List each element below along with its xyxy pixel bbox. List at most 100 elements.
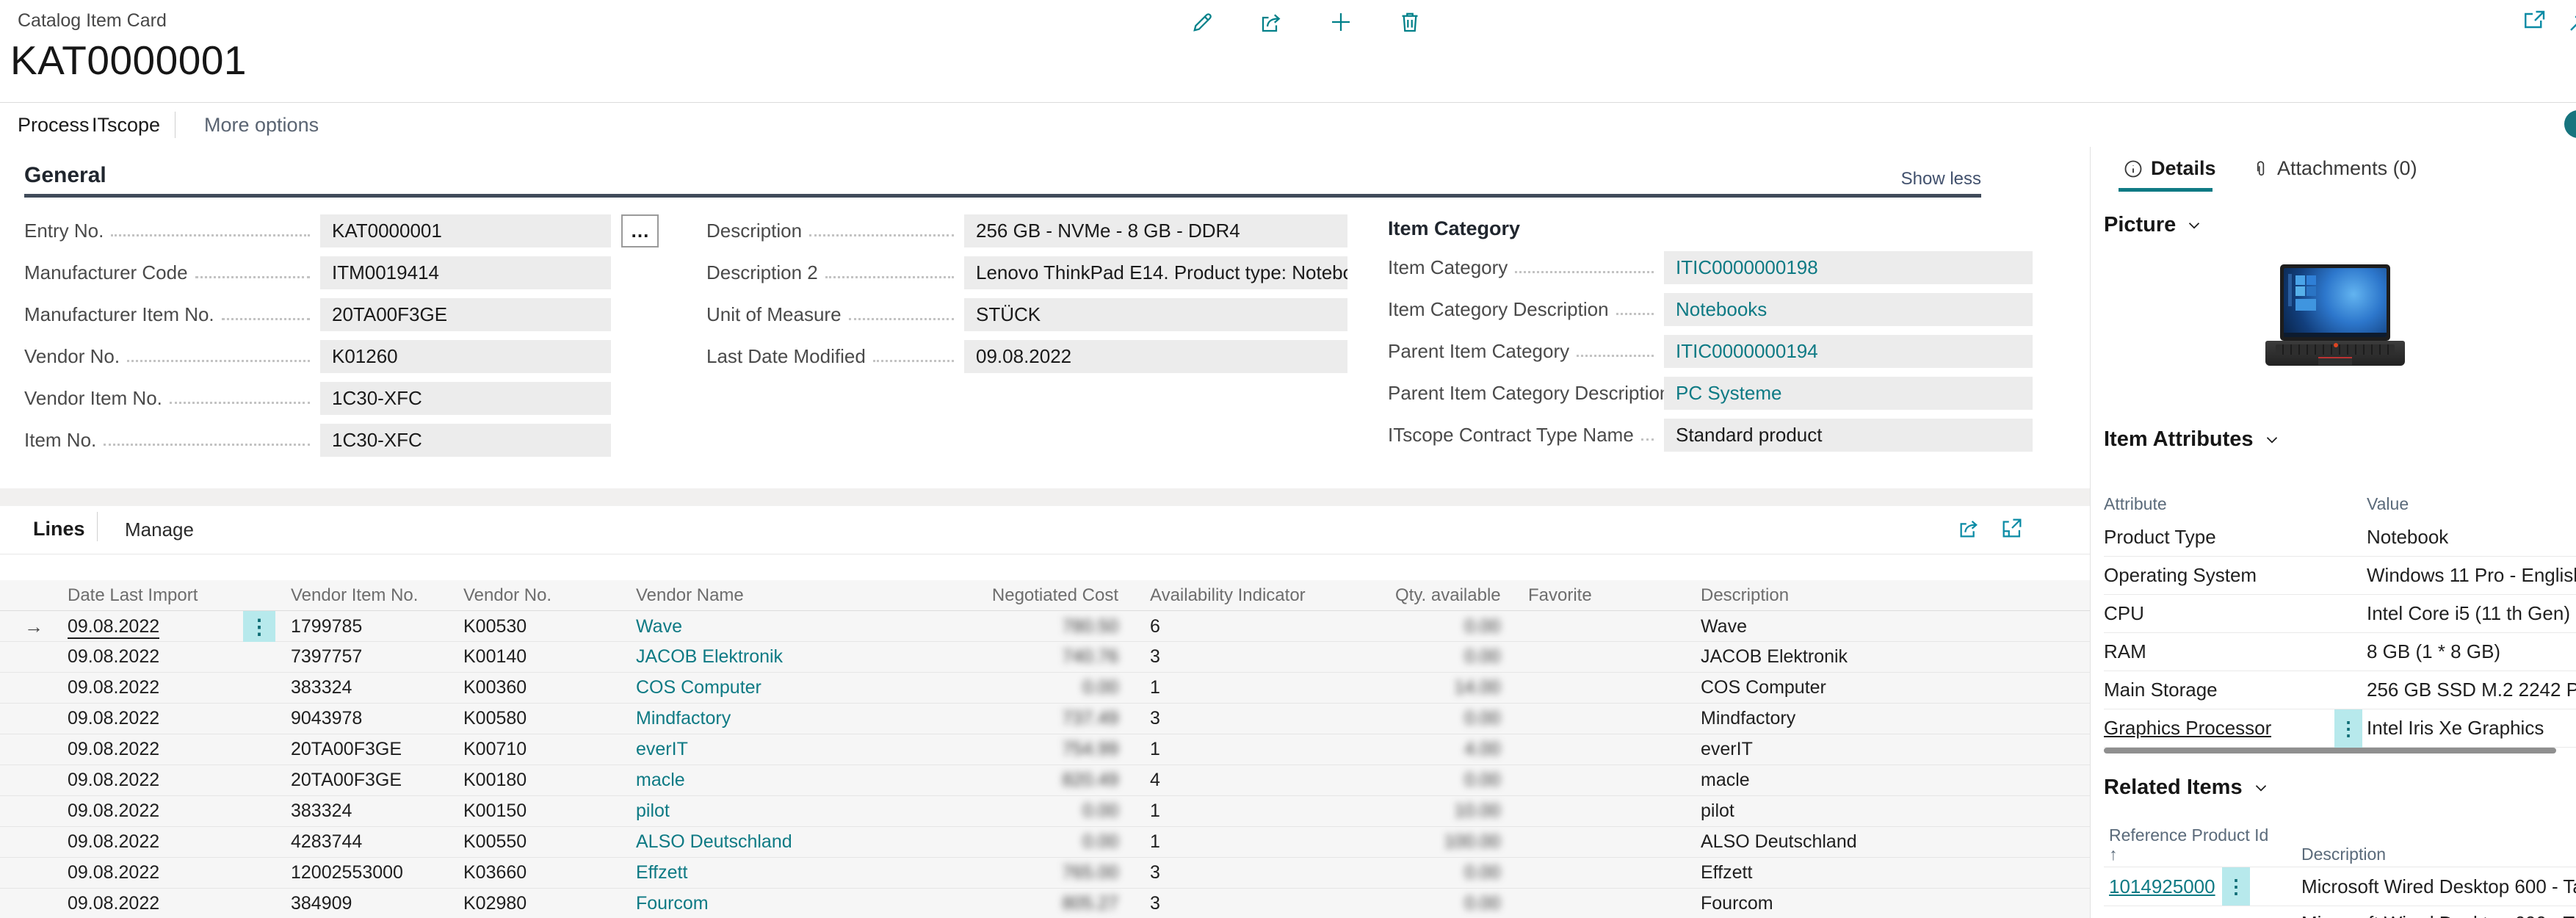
col-header-negotiated-cost[interactable]: Negotiated Cost	[991, 585, 1118, 606]
cell-date[interactable]: 09.08.2022	[68, 646, 240, 668]
attribute-row[interactable]: Operating System Windows 11 Pro - Englis…	[2104, 557, 2576, 595]
cell-availability[interactable]: 1	[1118, 739, 1395, 760]
cell-negotiated-cost-redacted[interactable]: 0.00	[1082, 831, 1118, 852]
cell-negotiated-cost-redacted[interactable]: 754.99	[1063, 739, 1118, 759]
item-no-input[interactable]: 1C30-XFC	[320, 424, 611, 457]
table-row[interactable]: 09.08.2022 12002553000 K03660 Effzett 76…	[0, 858, 2090, 889]
table-row[interactable]: 09.08.2022 20TA00F3GE K00180 macle 820.4…	[0, 765, 2090, 796]
cell-negotiated-cost-redacted[interactable]: 820.49	[1063, 770, 1118, 790]
table-row[interactable]: 09.08.2022 9043978 K00580 Mindfactory 73…	[0, 704, 2090, 734]
general-heading[interactable]: General	[24, 163, 106, 188]
cell-vendor-no[interactable]: K03660	[463, 862, 636, 883]
share-button[interactable]	[1257, 7, 1287, 37]
new-button[interactable]	[1326, 7, 1356, 37]
show-less-link[interactable]: Show less	[1836, 169, 1981, 189]
cell-vendor-name-link[interactable]: ALSO Deutschland	[636, 831, 991, 853]
cell-description[interactable]: Mindfactory	[1673, 708, 2090, 729]
related-item-row-partial[interactable]: Microsoft Wired Desktop 600 - Tastat...	[2104, 906, 2576, 918]
cell-vendor-no[interactable]: K00710	[463, 739, 636, 760]
cell-availability[interactable]: 3	[1118, 708, 1395, 729]
reference-product-id-link[interactable]: 1014925000	[2109, 875, 2215, 898]
attribute-row[interactable]: CPU Intel Core i5 (11 th Gen) 1135G7	[2104, 595, 2576, 633]
related-items-section-header[interactable]: Related Items	[2104, 776, 2271, 800]
itscope-contract-type-input[interactable]: Standard product	[1664, 419, 2033, 452]
col-header-favorite[interactable]: Favorite	[1500, 585, 1673, 606]
cell-vendor-name-link[interactable]: JACOB Elektronik	[636, 646, 991, 668]
row-menu-button[interactable]: ⋮	[2222, 867, 2250, 906]
cell-qty-available-redacted[interactable]: 100.00	[1444, 831, 1500, 852]
cell-vendor-name-link[interactable]: Fourcom	[636, 893, 991, 914]
col-header-vendor-no[interactable]: Vendor No.	[463, 585, 636, 606]
cell-qty-available-redacted[interactable]: 0.00	[1464, 646, 1500, 667]
entry-no-assist-button[interactable]: …	[621, 214, 659, 247]
cell-vendor-no[interactable]: K00550	[463, 831, 636, 853]
cell-date[interactable]: 09.08.2022	[68, 831, 240, 853]
item-attributes-section-header[interactable]: Item Attributes	[2104, 427, 2282, 452]
tab-lines[interactable]: Lines	[33, 518, 85, 541]
attribute-name[interactable]: Graphics Processor	[2104, 717, 2271, 740]
menu-more-options[interactable]: More options	[204, 114, 319, 137]
cell-date[interactable]: 09.08.2022	[68, 770, 240, 791]
cell-description[interactable]: Wave	[1673, 616, 2090, 637]
cell-qty-available-redacted[interactable]: 0.00	[1464, 708, 1500, 729]
cell-vendor-no[interactable]: K00180	[463, 770, 636, 791]
cell-vendor-name-link[interactable]: macle	[636, 770, 991, 791]
cell-date[interactable]: 09.08.2022	[68, 708, 240, 729]
cell-negotiated-cost-redacted[interactable]: 740.76	[1063, 646, 1118, 667]
cell-description[interactable]: COS Computer	[1673, 677, 2090, 698]
cell-description[interactable]: macle	[1673, 770, 2090, 791]
table-row[interactable]: 09.08.2022 384909 K02980 Fourcom 805.27 …	[0, 889, 2090, 918]
table-row[interactable]: 09.08.2022 20TA00F3GE K00710 everIT 754.…	[0, 734, 2090, 765]
cell-date[interactable]: 09.08.2022	[68, 893, 240, 914]
cell-negotiated-cost-redacted[interactable]: 0.00	[1082, 800, 1118, 821]
cell-negotiated-cost-redacted[interactable]: 780.50	[1063, 616, 1118, 637]
col-header-date[interactable]: Date Last Import	[68, 585, 240, 606]
attribute-row[interactable]: Product Type Notebook	[2104, 518, 2576, 557]
cell-availability[interactable]: 1	[1118, 800, 1395, 822]
table-row[interactable]: 09.08.2022 4283744 K00550 ALSO Deutschla…	[0, 827, 2090, 858]
col-header-reference-product-id[interactable]: Reference Product Id	[2109, 825, 2268, 845]
table-row[interactable]: 09.08.2022 383324 K00360 COS Computer 0.…	[0, 673, 2090, 704]
cell-vendor-no[interactable]: K00530	[463, 616, 636, 637]
lines-open-in-window-button[interactable]	[1997, 513, 2027, 543]
cell-negotiated-cost-redacted[interactable]: 765.00	[1063, 862, 1118, 883]
last-date-modified-input[interactable]: 09.08.2022	[964, 340, 1347, 373]
cell-qty-available-redacted[interactable]: 0.00	[1464, 616, 1500, 637]
table-row[interactable]: 09.08.2022 7397757 K00140 JACOB Elektron…	[0, 642, 2090, 673]
item-category-description-link[interactable]: Notebooks	[1664, 293, 2033, 326]
parent-item-category-description-link[interactable]: PC Systeme	[1664, 377, 2033, 410]
cell-date[interactable]: 09.08.2022	[68, 677, 240, 698]
row-menu-button[interactable]: ⋮	[243, 611, 275, 642]
tab-attachments[interactable]: Attachments (0)	[2251, 157, 2417, 180]
cell-vendor-item-no[interactable]: 383324	[291, 800, 463, 822]
cell-vendor-no[interactable]: K00580	[463, 708, 636, 729]
col-header-qty-available[interactable]: Qty. available	[1395, 585, 1500, 606]
cell-availability[interactable]: 6	[1118, 616, 1395, 637]
vendor-item-no-input[interactable]: 1C30-XFC	[320, 382, 611, 415]
cell-date[interactable]: 09.08.2022	[68, 616, 159, 639]
open-in-window-button[interactable]	[2520, 6, 2550, 35]
cell-qty-available-redacted[interactable]: 0.00	[1464, 893, 1500, 914]
cell-description[interactable]: ALSO Deutschland	[1673, 831, 2090, 853]
related-item-row[interactable]: 1014925000 ⋮ Microsoft Wired Desktop 600…	[2104, 867, 2576, 906]
entry-no-input[interactable]: KAT0000001	[320, 214, 611, 247]
parent-item-category-link[interactable]: ITIC0000000194	[1664, 335, 2033, 368]
attribute-row[interactable]: Main Storage 256 GB SSD M.2 2242 PCIe 3.…	[2104, 671, 2576, 709]
cell-vendor-item-no[interactable]: 383324	[291, 677, 463, 698]
lines-share-button[interactable]	[1955, 513, 1984, 543]
cell-vendor-no[interactable]: K02980	[463, 893, 636, 914]
cell-negotiated-cost-redacted[interactable]: 0.00	[1082, 677, 1118, 698]
cell-qty-available-redacted[interactable]: 0.00	[1464, 862, 1500, 883]
horizontal-scrollbar[interactable]	[2104, 748, 2556, 753]
tab-manage[interactable]: Manage	[125, 518, 194, 541]
col-header-description[interactable]: Description	[2301, 845, 2386, 864]
cell-qty-available-redacted[interactable]: 10.00	[1454, 800, 1500, 821]
cell-vendor-item-no[interactable]: 12002553000	[291, 862, 463, 883]
menu-itscope[interactable]: ITscope	[92, 114, 160, 137]
cell-vendor-item-no[interactable]: 9043978	[291, 708, 463, 729]
product-picture[interactable]	[2265, 264, 2405, 375]
corner-arrow-button[interactable]	[2563, 9, 2576, 38]
cell-vendor-item-no[interactable]: 20TA00F3GE	[291, 739, 463, 760]
cell-vendor-item-no[interactable]: 4283744	[291, 831, 463, 853]
col-header-availability[interactable]: Availability Indicator	[1118, 585, 1395, 606]
